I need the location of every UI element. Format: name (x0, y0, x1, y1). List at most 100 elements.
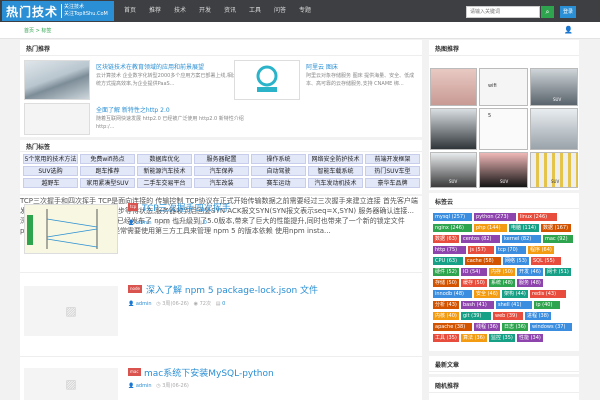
nav-item[interactable]: 问答 (274, 0, 286, 22)
cloud-logo-thumbnail[interactable] (234, 60, 300, 100)
cloud-tag[interactable]: php (144) (474, 224, 507, 232)
gallery-image[interactable] (430, 108, 477, 150)
cloud-tag[interactable]: 服务 (48) (517, 279, 543, 287)
cloud-tag[interactable]: windows (37) (530, 323, 572, 331)
cloud-tag[interactable]: bash (41) (461, 301, 494, 309)
cloud-tag[interactable]: centos (82) (461, 235, 500, 243)
cloud-tag[interactable]: 数据 (167) (541, 224, 571, 232)
hot-title[interactable]: 区块链技术在教育领域的应用和前景展望 (96, 62, 204, 71)
cloud-tag[interactable]: 内核 (40) (433, 312, 459, 320)
cloud-tag[interactable]: 电脑 (114) (509, 224, 539, 232)
cloud-tag[interactable]: 安全 (46) (474, 290, 500, 298)
search-input[interactable] (466, 6, 540, 18)
cloud-tag[interactable]: web (39) (493, 312, 523, 320)
login-button[interactable]: 登录 (560, 6, 576, 18)
article-thumbnail[interactable] (24, 103, 90, 135)
cloud-tag[interactable]: 架构 (44) (502, 290, 528, 298)
cloud-tag[interactable]: git (39) (461, 312, 491, 320)
category-badge[interactable]: node (128, 285, 142, 293)
article-title[interactable]: mac系统下安装MySQL-python (144, 366, 274, 379)
nav-item[interactable]: 专题 (299, 0, 311, 22)
gallery-image[interactable]: SUV (479, 152, 528, 188)
tcp-diagram-thumbnail[interactable] (24, 204, 118, 254)
article-title[interactable]: 深入了解 npm 5 package-lock.json 文件 (146, 283, 318, 296)
cloud-tag[interactable]: 程序 (64) (528, 246, 554, 254)
cloud-tag[interactable]: 工具 (35) (433, 334, 459, 342)
nav-item[interactable]: 开发 (199, 0, 211, 22)
category-badge[interactable]: tcp (128, 203, 139, 211)
tag-link[interactable]: 操作系统 (251, 154, 306, 164)
nav-item[interactable]: 推荐 (149, 0, 161, 22)
cloud-tag[interactable]: shell (41) (496, 301, 532, 309)
tag-link[interactable]: 网络安全防护技术 (308, 154, 363, 164)
tag-link[interactable]: 新能源汽车技术 (137, 166, 192, 176)
tag-link[interactable]: 家用紧凑型SUV (80, 178, 135, 188)
image-placeholder-icon[interactable]: ▨ (24, 286, 118, 336)
cloud-tag[interactable]: SQL (55) (531, 257, 561, 265)
tag-link[interactable]: 越野车 (23, 178, 78, 188)
cloud-tag[interactable]: IO (54) (461, 268, 487, 276)
cloud-tag[interactable]: 监控 (35) (489, 334, 515, 342)
user-icon[interactable]: 👤 (564, 26, 573, 34)
cloud-tag[interactable]: 内存 (50) (489, 268, 515, 276)
cloud-tag[interactable]: 进程 (38) (525, 312, 551, 320)
nav-item[interactable]: 资讯 (224, 0, 236, 22)
tag-link[interactable]: 数据库优化 (137, 154, 192, 164)
search-button[interactable]: ⌕ (541, 6, 554, 18)
gallery-image[interactable] (530, 108, 578, 150)
tag-link[interactable]: 赛车运动 (251, 178, 306, 188)
gallery-image[interactable]: SUV (530, 68, 578, 106)
nav-item[interactable]: 技术 (174, 0, 186, 22)
cloud-tag[interactable]: tcp (70) (496, 246, 526, 254)
site-logo[interactable]: 热门技术 关注技术 关注TopItShu.CoM (2, 1, 114, 21)
cloud-tag[interactable]: 开发 (46) (517, 268, 543, 276)
tag-link[interactable]: SUV选购 (23, 166, 78, 176)
cloud-tag[interactable]: http (75) (433, 246, 466, 254)
nav-item[interactable]: 工具 (249, 0, 261, 22)
tag-link[interactable]: 汽车改装 (194, 178, 249, 188)
cloud-tag[interactable]: apache (38) (433, 323, 472, 331)
tag-link[interactable]: 服务器配置 (194, 154, 249, 164)
cloud-tag[interactable]: 系统 (48) (489, 279, 515, 287)
tag-link[interactable]: 热门SUV车型 (365, 166, 420, 176)
tag-link[interactable]: 智能车载系统 (308, 166, 363, 176)
cloud-tag[interactable]: mysql (257) (433, 213, 472, 221)
tag-link[interactable]: 二手车交易平台 (137, 178, 192, 188)
tag-link[interactable]: 前端开发框架 (365, 154, 420, 164)
nav-item[interactable]: 首页 (124, 0, 136, 22)
gallery-image[interactable]: wifi (479, 68, 528, 106)
cloud-tag[interactable]: 数据 (63) (433, 235, 459, 243)
cloud-tag[interactable]: js (57) (468, 246, 494, 254)
cloud-tag[interactable]: 网络 (53) (503, 257, 529, 265)
article-title[interactable]: TCP三次握手四次挥手 (142, 201, 231, 214)
cloud-tag[interactable]: 性能 (34) (517, 334, 543, 342)
tag-link[interactable]: 免费wifi热点 (80, 154, 135, 164)
cloud-tag[interactable]: 硬件 (52) (433, 268, 459, 276)
tag-link[interactable]: 跑车推荐 (80, 166, 135, 176)
category-badge[interactable]: mac (128, 368, 141, 376)
hot-title[interactable]: 阿里云 图床 (306, 62, 338, 71)
cloud-tag[interactable]: 算法 (36) (461, 334, 487, 342)
cloud-tag[interactable]: ip (40) (534, 301, 560, 309)
tag-link[interactable]: 自动驾驶 (251, 166, 306, 176)
cloud-tag[interactable]: 缓存 (50) (461, 279, 487, 287)
hot-title[interactable]: 全面了解 新特性之http 2.0 (96, 105, 170, 114)
cloud-tag[interactable]: mac (92) (543, 235, 573, 243)
cloud-tag[interactable]: 分析 (43) (433, 301, 459, 309)
image-placeholder-icon[interactable]: ▨ (24, 368, 118, 400)
cloud-tag[interactable]: linux (246) (518, 213, 557, 221)
cloud-tag[interactable]: innodb (48) (433, 290, 472, 298)
article-thumbnail[interactable] (24, 60, 90, 100)
cloud-tag[interactable]: 线程 (36) (474, 323, 500, 331)
cloud-tag[interactable]: redis (43) (530, 290, 566, 298)
cloud-tag[interactable]: 日志 (36) (502, 323, 528, 331)
tag-link[interactable]: 汽车发动机技术 (308, 178, 363, 188)
cloud-tag[interactable]: 网卡 (51) (545, 268, 571, 276)
tag-link[interactable]: 汽车保养 (194, 166, 249, 176)
cloud-tag[interactable]: kernel (82) (502, 235, 541, 243)
cloud-tag[interactable]: python (273) (474, 213, 516, 221)
gallery-image[interactable] (430, 68, 477, 106)
breadcrumb[interactable]: 首页 > 标签 (24, 27, 51, 34)
gallery-image[interactable]: SUV (430, 152, 477, 188)
gallery-image[interactable]: SUV (530, 152, 578, 188)
